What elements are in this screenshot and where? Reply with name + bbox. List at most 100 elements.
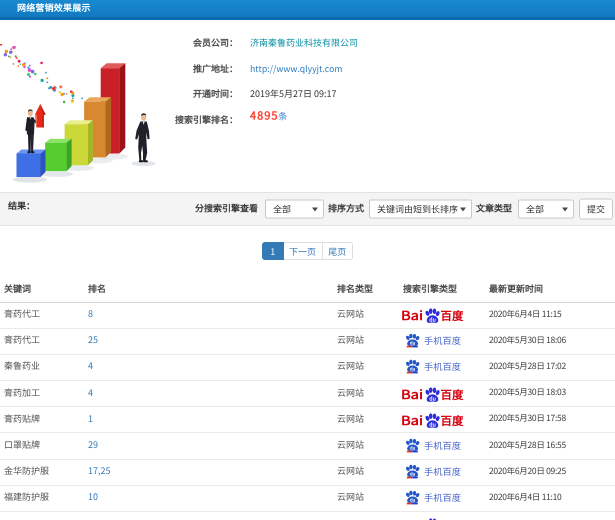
mobile-baidu-text: 手机百度 [424,334,461,347]
column-header: 最新更新时间 [489,269,615,303]
promotion-url-link[interactable]: http://www.qlyyjt.com [250,62,342,75]
rank-type-cell: 云网站 [337,432,403,460]
baidu-logo-bai-text: Bai [401,306,423,324]
article-type-select[interactable]: 全部 [518,199,574,219]
stripe-blue [412,503,418,505]
updated-cell: 2020年5月30日 18:06 [489,328,615,355]
engine-cell: Baidu百度 [401,511,489,520]
baidu-logo-cn-text: 百度 [441,413,464,429]
svg-text:du: du [410,367,416,373]
sort-label: 排序方式 [327,201,364,215]
info-section: 会员公司： 济南秦鲁药业科技有限公司 推广地址： http://www.qlyyjt.… [0,20,615,192]
column-header: 搜索引擎类型 [403,269,489,303]
topbar: 网络营销效果展示 [0,0,615,20]
mobile-baidu-logo: du 手机百度 [405,491,461,505]
next-page-button[interactable]: 下一页 [282,242,323,260]
rank-cell: 10 [88,485,337,513]
info-row: 搜索引擎排名： 4895条 [0,107,358,133]
keyword-cell: 福建防护服 [0,485,88,513]
stripe-red [406,345,413,348]
rank-type-cell: 云网站 [337,328,403,355]
engine-select-value: 全部 [272,202,291,216]
pagination: 1 下一页 尾页 [0,242,615,260]
engine-cell: du 手机百度 [403,328,489,355]
rank-cell: 4 [88,380,337,408]
updated-cell: 2020年6月4日 11:15 [489,302,615,329]
search-engine-rank-value: 4895条 [250,108,287,124]
mobile-baidu-logo: du 手机百度 [405,465,461,479]
keyword-cell: 膏药代工 [0,328,88,355]
engine-cell: du 手机百度 [403,432,489,460]
svg-text:du: du [429,316,436,324]
keyword-cell: 膏药加工 [0,380,88,408]
stripe-blue [412,450,418,453]
baidu-logo: Baidu百度 [401,306,464,324]
table-row: 金华防护服 17,25 云网站 du 手机百度 2020年6月20日 09:25 [0,459,615,486]
rank-cell: 17,25 [88,459,337,486]
info-label: 推广地址： [192,61,238,75]
engine-cell: du 手机百度 [403,354,489,382]
keyword-cell: 膏药代工 [0,302,88,329]
filter-controls: 分搜索引擎查看 全部 排序方式 关键词由短到长排序 文章类型 全部 提交 [194,198,613,220]
table-row: 膏药代工 25 云网站 du 手机百度 2020年5月30日 18:06 [0,328,615,355]
info-row: 会员公司： 济南秦鲁药业科技有限公司 [0,30,358,56]
column-header: 排名 [88,269,337,303]
rank-unit: 条 [278,109,288,123]
info-rows: 会员公司： 济南秦鲁药业科技有限公司 推广地址： http://www.qlyyjt.… [0,30,358,132]
svg-text:du: du [410,341,416,347]
info-row: 开通时间： 2019年5月27日 09:17 [0,81,358,107]
baidu-logo: Baidu百度 [401,411,464,429]
rank-cell [88,511,337,520]
stripe-red [406,372,413,374]
sort-select-value: 关键词由短到长排序 [376,202,458,216]
keyword-cell: 膏药贴牌 [0,406,88,434]
member-company-name: 济南秦鲁药业科技有限公司 [250,36,359,50]
last-page-button[interactable]: 尾页 [321,242,353,260]
engine-filter-label: 分搜索引擎查看 [194,201,258,215]
svg-text:du: du [410,472,416,478]
rank-type-cell [337,511,403,520]
column-header: 排名类型 [337,269,403,303]
info-label: 会员公司： [192,36,238,50]
rank-cell: 29 [88,432,337,460]
submit-button[interactable]: 提交 [579,198,613,220]
mobile-baidu-logo: du 手机百度 [405,360,461,374]
rank-type-cell: 云网站 [337,354,403,382]
page-1-button[interactable]: 1 [262,242,284,260]
chevron-down-icon [459,207,466,212]
svg-text:du: du [410,498,416,504]
table-row: 口罩贴牌 29 云网站 du 手机百度 2020年5月28日 16:55 [0,432,615,460]
engine-cell: Baidu百度 [401,380,489,408]
table-body: 膏药代工 8 云网站 Bai du 百度 2020年6月4日 11:15 膏药代工 25 云网站 d… [0,302,615,520]
stripe-red [406,503,413,505]
rank-type-cell: 云网站 [337,406,403,434]
sort-select[interactable]: 关键词由短到长排序 [368,199,472,219]
engine-cell: du 手机百度 [403,459,489,486]
article-type-select-value: 全部 [526,202,545,216]
rank-count: 4895 [250,107,279,124]
mobile-baidu-logo: du 手机百度 [405,438,461,453]
article-type-label: 文章类型 [475,201,512,215]
baidu-logo: Baidu百度 [401,516,464,520]
updated-cell: 2020年6月20日 09:25 [489,459,615,486]
rank-table: 关键词 排名 排名类型 搜索引擎类型 最新更新时间 膏药代工 8 云网站 Bai du 百度 202… [0,269,615,520]
stripe-blue [412,476,418,479]
pagination-section: 1 下一页 尾页 [0,226,615,269]
rank-cell: 4 [88,354,337,382]
info-row: 推广地址： http://www.qlyyjt.com [0,56,358,82]
baidu-logo-bai-text: Bai [401,516,423,520]
engine-select[interactable]: 全部 [264,199,324,219]
keyword-cell: 金华防护服 [0,459,88,486]
updated-cell: 2020年5月28日 17:02 [489,354,615,382]
mobile-baidu-logo: du 手机百度 [405,334,461,348]
rank-cell: 8 [88,302,337,329]
info-label: 搜索引擎排名： [174,112,238,126]
updated-cell: 2020年5月28日 16:55 [489,432,615,460]
engine-cell: Baidu百度 [401,406,489,434]
rank-cell: 1 [88,406,337,434]
marketing-report-page: 网络营销效果展示 会员公司： 济南秦鲁药业科技有限公司 推广地址： http://ww… [0,0,615,520]
mobile-baidu-text: 手机百度 [424,491,461,504]
baidu-logo-cn-text: 百度 [441,387,464,403]
table-row: 膏药代工 8 云网站 Bai du 百度 2020年6月4日 11:15 [0,302,615,329]
chevron-down-icon [562,207,568,212]
